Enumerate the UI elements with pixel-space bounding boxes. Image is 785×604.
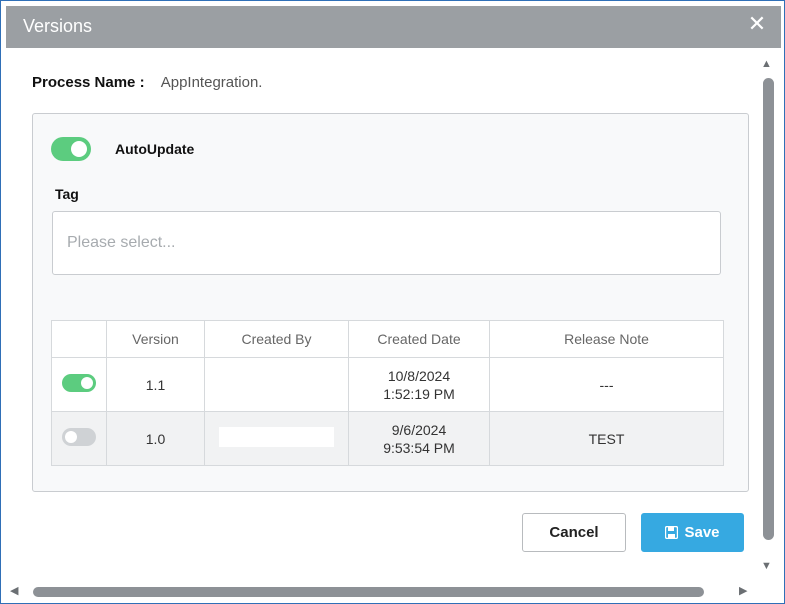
release-note-cell: ---: [489, 357, 724, 412]
table-row: 1.1 10/8/2024 1:52:19 PM ---: [51, 357, 724, 412]
process-name-row: Process Name : AppIntegration.: [32, 74, 262, 91]
process-name-label: Process Name :: [32, 74, 145, 91]
versions-panel: AutoUpdate Tag Version Created By Create…: [32, 113, 749, 492]
table-header-row: Version Created By Created Date Release …: [51, 320, 724, 358]
cancel-label: Cancel: [549, 524, 599, 541]
tag-label: Tag: [55, 186, 79, 202]
tag-select-input[interactable]: [52, 211, 721, 275]
autoupdate-toggle[interactable]: [51, 137, 91, 161]
scroll-left-icon[interactable]: ◀: [10, 586, 18, 597]
header-version[interactable]: Version: [106, 320, 205, 358]
toggle-knob: [65, 430, 77, 443]
autoupdate-label: AutoUpdate: [115, 141, 195, 157]
created-time: 9:53:54 PM: [383, 439, 455, 456]
close-icon[interactable]: ✕: [745, 12, 769, 36]
versions-table: Version Created By Created Date Release …: [51, 320, 724, 466]
floppy-disk-icon: [665, 526, 679, 539]
header-release-note[interactable]: Release Note: [489, 320, 724, 358]
version-active-toggle[interactable]: [62, 427, 96, 446]
version-cell: 1.1: [106, 357, 205, 412]
save-label: Save: [684, 524, 720, 541]
row-toggle-cell: [51, 357, 107, 412]
versions-dialog: Versions ✕ Process Name : AppIntegration…: [0, 0, 785, 604]
version-active-toggle[interactable]: [62, 373, 96, 392]
scroll-right-icon[interactable]: ▶: [739, 586, 747, 597]
toggle-knob: [71, 141, 87, 157]
redacted-created-by: [219, 426, 334, 447]
created-date: 10/8/2024: [387, 367, 451, 384]
row-toggle-cell: [51, 411, 107, 466]
created-date-cell: 10/8/2024 1:52:19 PM: [348, 357, 490, 412]
created-by-cell: [204, 411, 349, 466]
created-date-cell: 9/6/2024 9:53:54 PM: [348, 411, 490, 466]
vertical-scroll-thumb[interactable]: [763, 78, 774, 540]
dialog-title: Versions: [23, 16, 93, 36]
release-note-cell: TEST: [489, 411, 724, 466]
header-active: [51, 320, 107, 358]
process-name-value: AppIntegration.: [160, 74, 263, 91]
header-created-by[interactable]: Created By: [204, 320, 349, 358]
save-button[interactable]: Save: [641, 513, 744, 552]
cancel-button[interactable]: Cancel: [522, 513, 626, 552]
scroll-up-icon[interactable]: ▲: [761, 59, 772, 70]
table-row: 1.0 9/6/2024 9:53:54 PM TEST: [51, 411, 724, 466]
version-cell: 1.0: [106, 411, 205, 466]
header-created-date[interactable]: Created Date: [348, 320, 490, 358]
created-time: 1:52:19 PM: [383, 385, 455, 402]
toggle-knob: [81, 376, 93, 389]
dialog-titlebar: Versions ✕: [6, 6, 781, 48]
horizontal-scroll-thumb[interactable]: [33, 587, 704, 597]
created-by-cell: [204, 357, 349, 412]
scroll-down-icon[interactable]: ▼: [761, 561, 772, 572]
created-date: 9/6/2024: [391, 421, 447, 438]
